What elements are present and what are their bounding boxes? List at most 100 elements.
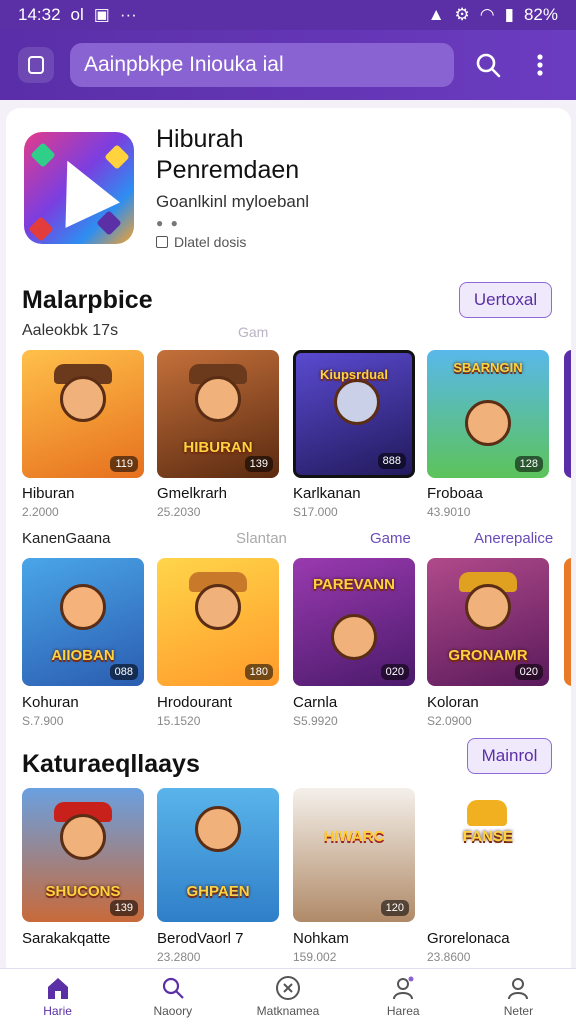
menu-button[interactable] [18,47,54,83]
tile-art-title: PAREVANN [313,576,395,593]
tile-art-title: FANSE [462,828,513,845]
featured-app-icon[interactable] [24,132,134,244]
gem-shape [28,216,54,242]
tile-name: Sarakakqatte [22,930,111,947]
game-tile[interactable]: Kiupsrdual 888 [293,350,415,478]
row-link-more[interactable]: Anerepalice [474,530,553,547]
tile-badge: 888 [377,453,406,469]
nav-label: Neter [503,1003,534,1018]
featured-subtitle: Goanlkinl myloebanl [156,192,310,211]
nav-item-home[interactable]: Harie [0,969,115,1024]
tile-badge: 120 [380,900,409,916]
tile-number: 159.002 [293,950,337,964]
face-shape [331,614,377,660]
section-action-button[interactable]: Uertoxal [459,282,552,318]
details-icon [156,236,168,248]
nav-item-games[interactable]: Matknamea [230,969,345,1024]
tile-number: 25.2030 [157,505,201,519]
search-input[interactable]: Aainpbkpe Iniouka ial [70,43,454,87]
face-shape [60,376,106,422]
gem-shape [104,144,130,170]
home-icon [45,976,71,1000]
tile-name: Kohuran [22,694,79,711]
section-title: Katuraeqllaays [22,750,200,778]
row-faint-label: Slantan [236,530,287,547]
status-extra: ol [70,5,84,24]
tile-badge: 020 [380,664,409,680]
row-label: KanenGaana [22,530,111,547]
section-title: Malarpbice [22,286,153,314]
tile-art-title: SHUCONS [45,883,121,900]
tile-badge: 180 [244,664,273,680]
featured-meta: Dlatel dosis [156,234,246,250]
section-subtitle: Aaleokbk 17s [22,322,119,339]
tile-art-title: HIBURAN [183,439,253,456]
nav-item-account[interactable]: Neter [461,969,576,1024]
gamepad-icon [275,975,301,1000]
profile-icon [390,976,416,1000]
tile-name: Grorelonaca [427,930,510,947]
overflow-menu-button[interactable] [522,47,558,83]
tile-name: BerodVaorl 7 [157,930,244,947]
tile-number: 43.9010 [427,505,471,519]
game-tile[interactable]: FANSE [427,788,549,922]
tile-number: 15.1520 [157,714,201,728]
wifi-icon: ◠ [479,5,495,24]
nav-item-search[interactable]: Naoory [115,969,230,1024]
battery-icon: ▮ [504,5,514,24]
tile-name: Karlkanan [293,485,361,502]
search-button[interactable] [470,47,506,83]
game-tile[interactable]: 119 [22,350,144,478]
settings-icon: ⚙ [454,5,470,24]
bottom-navigation: Harie Naoory Matknamea Harea Neter [0,968,576,1024]
game-tile[interactable]: AIIOBAN 088 [22,558,144,686]
more-dots-icon: ··· [119,5,137,24]
search-placeholder: Aainpbkpe Iniouka ial [84,53,284,76]
tile-number: S.7.900 [22,714,64,728]
game-tile[interactable]: GRONAMR 020 [427,558,549,686]
search-icon [476,53,501,78]
game-tile[interactable]: SBARNGIN 128 [427,350,549,478]
row-link-game[interactable]: Game [370,530,411,547]
more-vertical-icon [537,54,543,76]
game-tile[interactable]: SHUCONS 139 [22,788,144,922]
face-shape [195,806,241,852]
tile-art-title: Kiupsrdual [320,367,388,382]
tile-art-title: AIIOBAN [51,647,115,664]
tile-art-title: GHPAEN [186,883,250,900]
game-tile[interactable]: HIWARC 120 [293,788,415,922]
tile-name: Nohkam [293,930,349,947]
notification-icon: ▣ [93,5,110,24]
game-tile[interactable]: GHPAEN [157,788,279,922]
menu-icon [28,56,44,74]
tile-badge: 128 [514,456,543,472]
game-tile-partial[interactable] [564,558,571,686]
tile-badge: 119 [110,456,138,472]
face-shape [465,400,511,446]
game-tile[interactable]: 180 [157,558,279,686]
game-tile[interactable]: HIBURAN 139 [157,350,279,478]
nav-label: Matknamea [256,1003,320,1018]
tile-name: Hiburan [22,485,75,502]
tile-name: Hrodourant [157,694,233,711]
tile-art-title: HIWARC [323,828,385,845]
main-content: Hiburah Penremdaen Goanlkinl myloebanl ●… [6,108,571,978]
tile-badge: 139 [109,900,138,916]
nav-label: Harie [43,1003,72,1018]
app-bar: Aainpbkpe Iniouka ial [0,30,576,100]
section-action-button[interactable]: Mainrol [467,738,552,774]
game-tile-partial[interactable] [564,350,571,478]
gem-shape [96,210,122,236]
nfc-icon: ▲ [427,5,445,24]
tile-art-title: GRONAMR [448,647,528,664]
face-shape [334,379,380,425]
face-shape [60,814,106,860]
nav-item-profile[interactable]: Harea [346,969,461,1024]
game-tile[interactable]: PAREVANN 020 [293,558,415,686]
nav-label: Naoory [153,1003,193,1018]
face-shape [465,584,511,630]
crown-shape [467,800,507,826]
tile-name: Koloran [427,694,479,711]
search-icon [160,976,186,1000]
featured-title: Hiburah Penremdaen [156,125,300,184]
